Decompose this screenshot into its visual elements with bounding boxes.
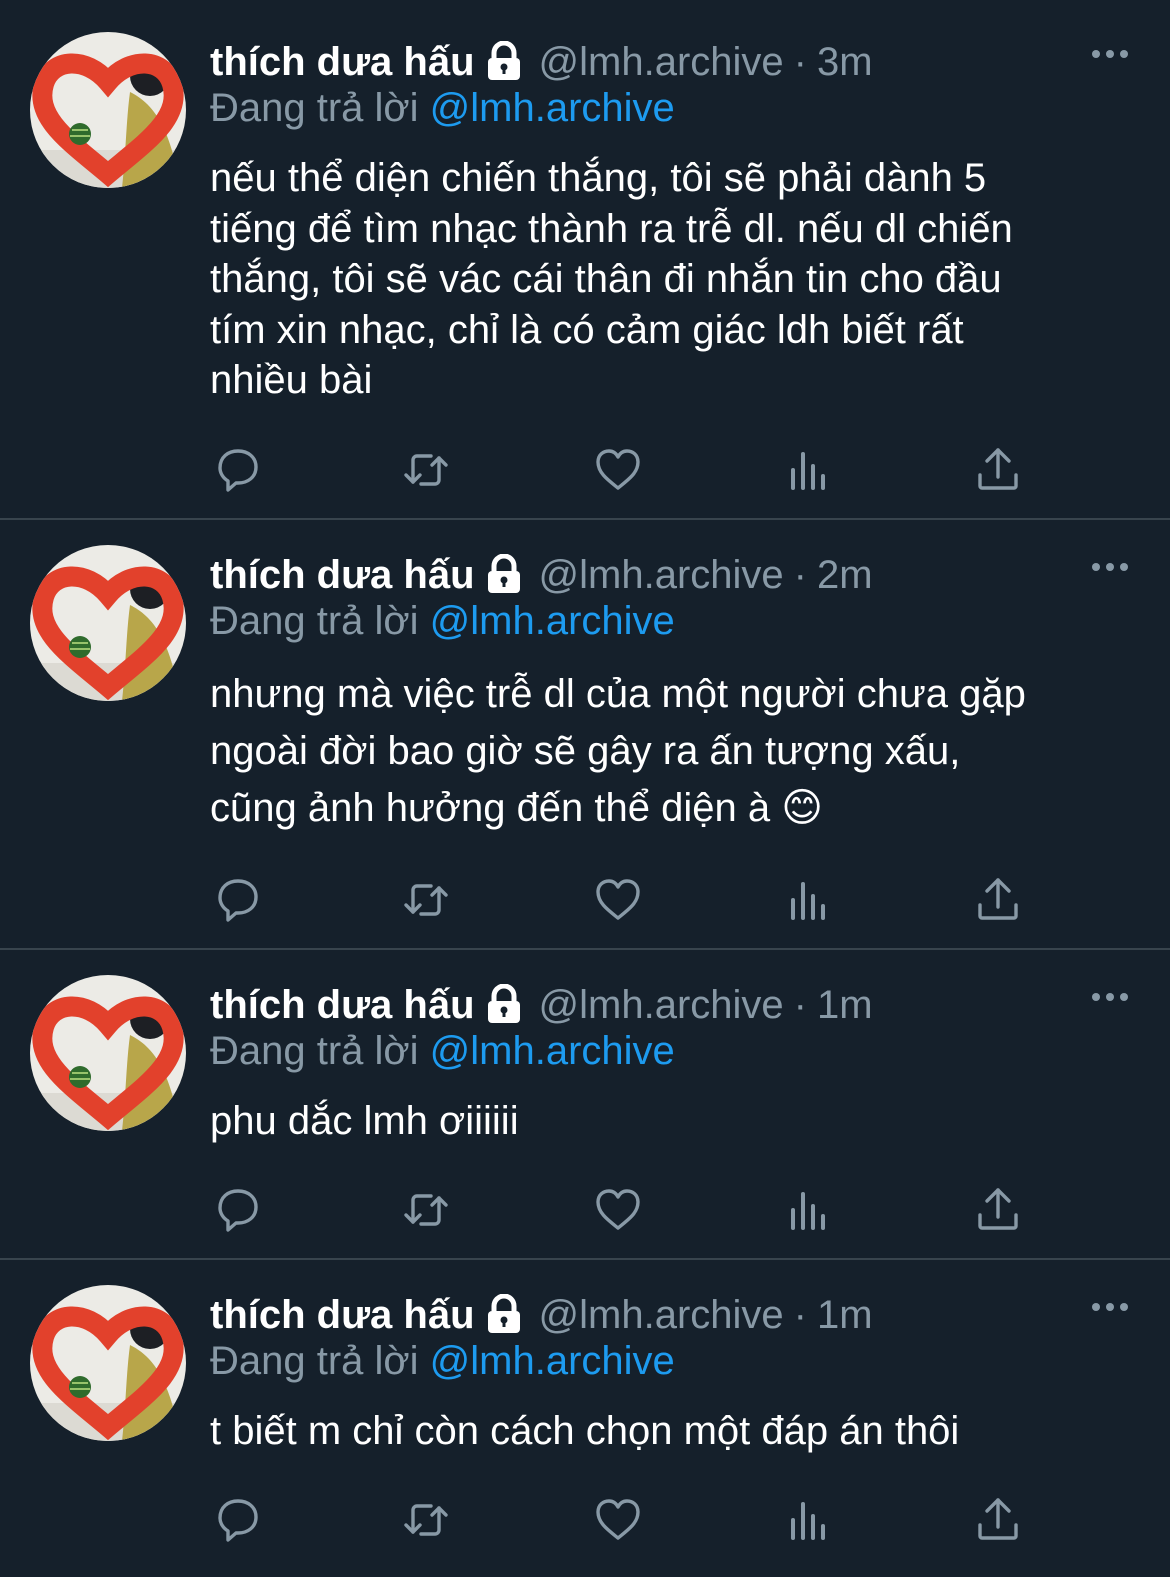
tweet-header: thích dưa hấu @lmh.archive · 1m	[210, 979, 1130, 1031]
avatar[interactable]	[30, 1285, 186, 1441]
views-icon[interactable]	[780, 442, 836, 498]
views-icon[interactable]	[780, 1182, 836, 1238]
replying-to-label: Đang trả lời	[210, 599, 430, 643]
views-icon[interactable]	[780, 1492, 836, 1548]
share-icon[interactable]	[970, 1182, 1026, 1238]
timestamp[interactable]: 1m	[817, 983, 873, 1028]
tweet-actions	[210, 1182, 1030, 1238]
more-icon[interactable]	[1090, 987, 1130, 1007]
tweet-actions	[210, 442, 1030, 498]
user-handle[interactable]: @lmh.archive	[539, 40, 784, 85]
tweet-header: thích dưa hấu @lmh.archive · 1m	[210, 1289, 1130, 1341]
heart-icon[interactable]	[590, 442, 646, 498]
more-icon[interactable]	[1090, 557, 1130, 577]
retweet-icon[interactable]	[398, 1182, 454, 1238]
replying-to: Đang trả lời @lmh.archive	[210, 86, 675, 131]
display-name[interactable]: thích dưa hấu	[210, 1293, 475, 1338]
tweet-text: phu dắc lmh ơiiiiii	[210, 1099, 519, 1143]
lock-icon	[483, 1294, 525, 1336]
replying-to: Đang trả lời @lmh.archive	[210, 1029, 675, 1074]
share-icon[interactable]	[970, 872, 1026, 928]
share-icon[interactable]	[970, 442, 1026, 498]
reply-icon[interactable]	[210, 1182, 266, 1238]
user-handle[interactable]: @lmh.archive	[539, 1293, 784, 1338]
display-name[interactable]: thích dưa hấu	[210, 553, 475, 598]
tweet-text: nếu thể diện chiến thắng, tôi sẽ phải dà…	[210, 156, 1013, 402]
reply-icon[interactable]	[210, 872, 266, 928]
more-icon[interactable]	[1090, 44, 1130, 64]
replying-to: Đang trả lời @lmh.archive	[210, 1339, 675, 1384]
separator-dot: ·	[793, 982, 807, 1027]
heart-icon[interactable]	[590, 1492, 646, 1548]
reply-icon[interactable]	[210, 442, 266, 498]
replying-to-label: Đang trả lời	[210, 86, 430, 130]
reply-mention-link[interactable]: @lmh.archive	[430, 86, 675, 130]
timestamp[interactable]: 1m	[817, 1293, 873, 1338]
tweet[interactable]: thích dưa hấu @lmh.archive · 2m Đang trả…	[0, 520, 1170, 950]
more-icon[interactable]	[1090, 1297, 1130, 1317]
reply-mention-link[interactable]: @lmh.archive	[430, 599, 675, 643]
display-name[interactable]: thích dưa hấu	[210, 983, 475, 1028]
replying-to-label: Đang trả lời	[210, 1339, 430, 1383]
tweet-header: thích dưa hấu @lmh.archive · 2m	[210, 549, 1130, 601]
heart-icon[interactable]	[590, 872, 646, 928]
timestamp[interactable]: 2m	[817, 553, 873, 598]
timestamp[interactable]: 3m	[817, 40, 873, 85]
tweet[interactable]: thích dưa hấu @lmh.archive · 1m Đang trả…	[0, 1260, 1170, 1577]
tweet-text: nhưng mà việc trễ dl của một người chưa …	[210, 672, 1026, 830]
tweet[interactable]: thích dưa hấu @lmh.archive · 3m Đang trả…	[0, 0, 1170, 520]
separator-dot: ·	[793, 552, 807, 597]
share-icon[interactable]	[970, 1492, 1026, 1548]
retweet-icon[interactable]	[398, 872, 454, 928]
lock-icon	[483, 554, 525, 596]
tweet-header: thích dưa hấu @lmh.archive · 3m	[210, 36, 1130, 88]
replying-to-label: Đang trả lời	[210, 1029, 430, 1073]
retweet-icon[interactable]	[398, 1492, 454, 1548]
user-handle[interactable]: @lmh.archive	[539, 553, 784, 598]
tweet-text: t biết m chỉ còn cách chọn một đáp án th…	[210, 1409, 960, 1453]
tweet-actions	[210, 1492, 1030, 1548]
views-icon[interactable]	[780, 872, 836, 928]
avatar[interactable]	[30, 975, 186, 1131]
display-name[interactable]: thích dưa hấu	[210, 40, 475, 85]
user-handle[interactable]: @lmh.archive	[539, 983, 784, 1028]
separator-dot: ·	[793, 1292, 807, 1337]
avatar[interactable]	[30, 32, 186, 188]
avatar[interactable]	[30, 545, 186, 701]
reply-icon[interactable]	[210, 1492, 266, 1548]
tweet-actions	[210, 872, 1030, 928]
separator-dot: ·	[793, 39, 807, 84]
tweet[interactable]: thích dưa hấu @lmh.archive · 1m Đang trả…	[0, 950, 1170, 1260]
reply-mention-link[interactable]: @lmh.archive	[430, 1339, 675, 1383]
retweet-icon[interactable]	[398, 442, 454, 498]
replying-to: Đang trả lời @lmh.archive	[210, 599, 675, 644]
heart-icon[interactable]	[590, 1182, 646, 1238]
lock-icon	[483, 41, 525, 83]
lock-icon	[483, 984, 525, 1026]
reply-mention-link[interactable]: @lmh.archive	[430, 1029, 675, 1073]
